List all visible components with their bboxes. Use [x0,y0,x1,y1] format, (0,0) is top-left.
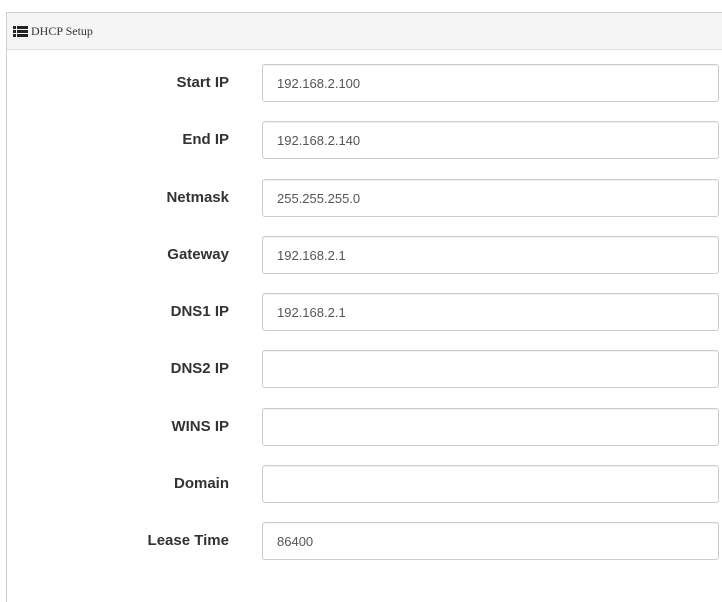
start-ip-label: Start IP [176,74,229,91]
panel-title: DHCP Setup [31,23,93,38]
form-row-dns1-ip: DNS1 IP [7,293,722,331]
gateway-label: Gateway [167,246,229,263]
lease-time-input[interactable] [262,522,719,560]
dns1-ip-input[interactable] [262,293,719,331]
wins-ip-input[interactable] [262,408,719,446]
form-row-gateway: Gateway [7,236,722,274]
wins-ip-label: WINS IP [171,418,229,435]
form-row-wins-ip: WINS IP [7,408,722,446]
form-row-end-ip: End IP [7,121,722,159]
start-ip-input[interactable] [262,64,719,102]
form-row-dns2-ip: DNS2 IP [7,350,722,388]
dns2-ip-input[interactable] [262,350,719,388]
netmask-label: Netmask [166,189,229,206]
form-row-netmask: Netmask [7,179,722,217]
netmask-input[interactable] [262,179,719,217]
end-ip-input[interactable] [262,121,719,159]
end-ip-label: End IP [182,131,229,148]
dns2-ip-label: DNS2 IP [170,360,229,377]
form-row-start-ip: Start IP [7,64,722,102]
form-row-domain: Domain [7,465,722,503]
domain-input[interactable] [262,465,719,503]
lease-time-label: Lease Time [147,532,229,549]
form-row-lease-time: Lease Time [7,522,722,560]
dns1-ip-label: DNS1 IP [170,303,229,320]
gateway-input[interactable] [262,236,719,274]
panel-heading: DHCP Setup [7,13,722,50]
list-icon [13,25,28,37]
dhcp-setup-panel: DHCP Setup Start IP End IP Netmask Gatew… [6,12,722,602]
domain-label: Domain [173,475,229,492]
